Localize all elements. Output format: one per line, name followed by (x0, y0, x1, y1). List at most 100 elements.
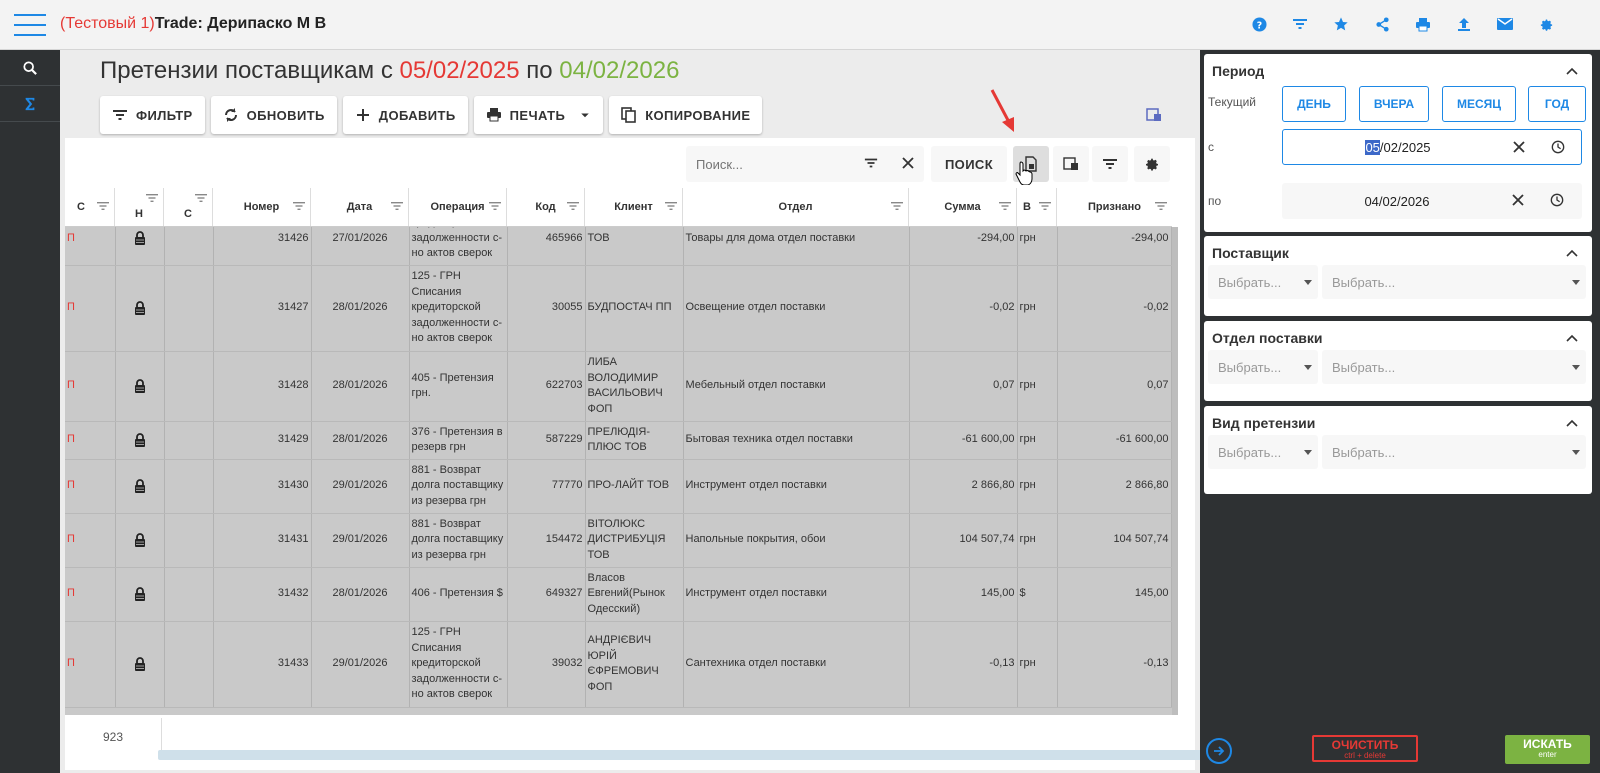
yesterday-button[interactable]: ВЧЕРА (1359, 86, 1429, 122)
table-row[interactable]: П 31428 28/01/2026 405 - Претензия грн. 6227… (65, 351, 1172, 422)
search-filter-icon[interactable] (864, 156, 878, 170)
search-box (686, 146, 924, 182)
claim-type-select-2[interactable]: Выбрать... (1322, 435, 1586, 469)
sigma-icon[interactable] (0, 86, 60, 122)
date-to-field[interactable]: 04/02/2026 (1282, 183, 1582, 219)
supplier-panel: Поставщик Выбрать... Выбрать... (1204, 236, 1592, 316)
copy-button[interactable]: КОПИРОВАНИЕ (609, 96, 763, 134)
row-department: Сантехника отдел поставки (683, 621, 910, 708)
col-header-h[interactable]: Н (115, 188, 164, 226)
main-content: Претензии поставщикам с 05/02/2025 по 04… (60, 50, 1200, 773)
mail-icon[interactable] (1495, 14, 1515, 34)
department-select-2[interactable]: Выбрать... (1322, 350, 1586, 384)
col-header-c2[interactable]: С (164, 188, 213, 226)
column-filter-icon[interactable] (890, 200, 904, 212)
year-button[interactable]: ГОД (1528, 86, 1586, 122)
month-button[interactable]: МЕСЯЦ (1442, 86, 1516, 122)
find-button[interactable]: ИСКАТЬ enter (1505, 735, 1590, 764)
menu-icon[interactable] (14, 12, 46, 38)
row-number: 31426 (213, 227, 312, 266)
help-icon[interactable]: ? (1249, 14, 1269, 34)
row-count: 923 (65, 718, 162, 756)
row-operation: 406 - Претензия $ (409, 567, 508, 622)
lock-icon (115, 421, 165, 460)
col-header-c1[interactable]: С (65, 188, 115, 226)
column-filter-icon[interactable] (145, 192, 159, 204)
table-row[interactable]: П 31431 29/01/2026 881 - Возврат долга пост… (65, 513, 1172, 568)
upload-icon[interactable] (1454, 14, 1474, 34)
row-empty (164, 567, 214, 622)
filter-icon[interactable] (1290, 14, 1310, 34)
search-input[interactable] (686, 156, 846, 172)
row-empty (164, 227, 214, 266)
column-filter-icon[interactable] (96, 200, 110, 212)
share-icon[interactable] (1372, 14, 1392, 34)
print-button[interactable]: ПЕЧАТЬ (473, 96, 604, 134)
supplier-title: Поставщик (1212, 245, 1289, 261)
filter-button[interactable]: ФИЛЬТР (100, 96, 205, 134)
column-filter-icon[interactable] (1038, 200, 1052, 212)
clear-date-icon[interactable] (1513, 141, 1525, 153)
col-header-currency[interactable]: В (1017, 188, 1057, 226)
row-sum: -0,02 (909, 265, 1018, 352)
chevron-up-icon[interactable] (1566, 248, 1578, 258)
table-row[interactable]: П 3142627/01/2026кредиторской задолженнос… (65, 227, 1172, 266)
table-settings-button[interactable] (1134, 146, 1170, 182)
supplier-select-1[interactable]: Выбрать... (1208, 265, 1318, 299)
add-button[interactable]: ДОБАВИТЬ (342, 96, 468, 134)
column-filter-icon[interactable] (488, 200, 502, 212)
clock-icon[interactable] (1550, 193, 1564, 207)
page-title: Претензии поставщикам с 05/02/2025 по 04… (100, 57, 680, 84)
row-date: 28/01/2026 (311, 351, 410, 422)
vertical-scrollbar[interactable] (1172, 227, 1178, 715)
col-header-operation[interactable]: Операция (409, 188, 507, 226)
col-header-number[interactable]: Номер (213, 188, 311, 226)
column-filter-button[interactable] (1092, 146, 1128, 182)
column-filter-icon[interactable] (664, 200, 678, 212)
col-header-department[interactable]: Отдел (683, 188, 909, 226)
col-header-recognized[interactable]: Признано (1057, 188, 1172, 226)
table-row[interactable]: П 31427 28/01/2026 125 - ГРН Списания креди… (65, 265, 1172, 352)
table-row[interactable]: П 31433 29/01/2026 125 - ГРН Списания креди… (65, 621, 1172, 708)
table-row[interactable]: П 31432 28/01/2026 406 - Претензия $649327 В… (65, 567, 1172, 622)
date-from-field[interactable]: 05/02/2025 (1282, 129, 1582, 165)
chevron-up-icon[interactable] (1566, 333, 1578, 343)
column-filter-icon[interactable] (1154, 200, 1168, 212)
day-button[interactable]: ДЕНЬ (1282, 86, 1346, 122)
search-icon[interactable] (0, 50, 60, 86)
chevron-up-icon[interactable] (1566, 418, 1578, 428)
table-row[interactable]: П 31429 28/01/2026 376 - Претензия в резерв… (65, 421, 1172, 460)
col-header-date[interactable]: Дата (311, 188, 409, 226)
clock-icon[interactable] (1551, 140, 1565, 154)
clear-date-icon[interactable] (1512, 194, 1524, 206)
table-row[interactable]: П 31430 29/01/2026 881 - Возврат долга пост… (65, 459, 1172, 514)
col-header-client[interactable]: Клиент (585, 188, 683, 226)
arrow-right-button[interactable] (1206, 738, 1232, 764)
column-filter-icon[interactable] (292, 200, 306, 212)
column-filter-icon[interactable] (998, 200, 1012, 212)
column-filter-icon[interactable] (566, 200, 580, 212)
column-filter-icon[interactable] (390, 200, 404, 212)
layout-button[interactable] (1053, 146, 1089, 182)
department-select-1[interactable]: Выбрать... (1208, 350, 1318, 384)
column-filter-icon[interactable] (194, 192, 208, 204)
gear-icon[interactable] (1536, 14, 1556, 34)
row-flag: П (65, 351, 116, 422)
print-icon[interactable] (1413, 14, 1433, 34)
gear-icon (1146, 158, 1158, 171)
col-header-sum[interactable]: Сумма (909, 188, 1017, 226)
row-currency: $ (1017, 567, 1058, 622)
search-button[interactable]: ПОИСК (931, 146, 1007, 182)
chevron-up-icon[interactable] (1566, 66, 1578, 76)
filter-icon (113, 110, 127, 120)
star-icon[interactable] (1331, 14, 1351, 34)
clear-search-icon[interactable] (902, 157, 914, 169)
toolbar: ФИЛЬТР ОБНОВИТЬ ДОБАВИТЬ ПЕЧАТЬ КОПИРОВА… (100, 96, 763, 134)
supplier-select-2[interactable]: Выбрать... (1322, 265, 1586, 299)
refresh-button[interactable]: ОБНОВИТЬ (210, 96, 337, 134)
col-header-code[interactable]: Код (507, 188, 585, 226)
view-toggle-icon[interactable] (1146, 107, 1162, 123)
lock-icon (115, 621, 165, 708)
claim-type-select-1[interactable]: Выбрать... (1208, 435, 1318, 469)
clear-button[interactable]: ОЧИСТИТЬ ctrl + delete (1312, 735, 1418, 762)
